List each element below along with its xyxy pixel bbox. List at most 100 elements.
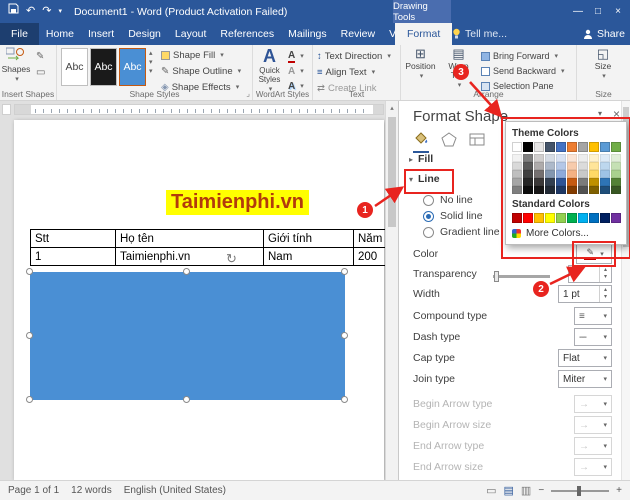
cap-type-dropdown[interactable]: Flat ▾ xyxy=(558,349,612,367)
begin-arrow-type-dropdown[interactable]: → ▾ xyxy=(574,395,612,413)
color-swatch[interactable] xyxy=(556,170,566,178)
tab-home[interactable]: Home xyxy=(39,23,81,45)
maximize-button[interactable]: □ xyxy=(588,0,608,23)
color-swatch[interactable] xyxy=(611,213,621,223)
color-swatch[interactable] xyxy=(523,142,533,152)
gallery-more-icon[interactable]: ▾ xyxy=(149,67,153,75)
table-header-cell[interactable]: Stt xyxy=(30,229,116,248)
dash-type-dropdown[interactable]: --- ▾ xyxy=(574,328,612,346)
end-arrow-size-dropdown[interactable]: → ▾ xyxy=(574,458,612,476)
effects-tab[interactable] xyxy=(441,132,457,153)
color-swatch[interactable] xyxy=(534,213,544,223)
bring-forward-button[interactable]: Bring Forward ▾ xyxy=(481,49,558,63)
transparency-spinner[interactable]: ▴ ▾ xyxy=(568,265,612,283)
color-swatch[interactable] xyxy=(567,213,577,223)
color-swatch[interactable] xyxy=(523,170,533,178)
tab-insert[interactable]: Insert xyxy=(81,23,121,45)
share-button[interactable]: Share xyxy=(583,23,625,45)
undo-icon[interactable]: ↶ xyxy=(26,0,35,23)
shape-handle-top[interactable] xyxy=(183,268,190,275)
color-swatch[interactable] xyxy=(611,142,621,152)
shape-style-preview-1[interactable]: Abc xyxy=(61,48,88,86)
tab-file[interactable]: File xyxy=(0,23,39,45)
zoom-slider[interactable] xyxy=(551,485,610,496)
text-outline-button[interactable]: A ▾ xyxy=(288,64,304,78)
tab-layout[interactable]: Layout xyxy=(168,23,214,45)
color-swatch[interactable] xyxy=(611,178,621,186)
color-swatch[interactable] xyxy=(589,154,599,162)
color-swatch[interactable] xyxy=(600,213,610,223)
color-swatch[interactable] xyxy=(589,162,599,170)
color-swatch[interactable] xyxy=(589,142,599,152)
pane-options-icon[interactable]: ▾ xyxy=(598,109,602,118)
color-swatch[interactable] xyxy=(512,170,522,178)
color-swatch[interactable] xyxy=(578,162,588,170)
solid-line-option[interactable]: Solid line xyxy=(423,210,483,222)
scrollbar-thumb[interactable] xyxy=(388,117,396,227)
color-swatch[interactable] xyxy=(534,162,544,170)
tab-format[interactable]: Format xyxy=(395,23,453,45)
color-swatch[interactable] xyxy=(578,170,588,178)
close-button[interactable]: × xyxy=(608,0,628,23)
begin-arrow-size-dropdown[interactable]: → ▾ xyxy=(574,416,612,434)
compound-type-dropdown[interactable]: ≡ ▾ xyxy=(574,307,612,325)
color-swatch[interactable] xyxy=(600,162,610,170)
color-swatch[interactable] xyxy=(523,186,533,194)
color-swatch[interactable] xyxy=(600,170,610,178)
document-scrollbar[interactable]: ▴ xyxy=(385,101,398,480)
gradient-line-option[interactable]: Gradient line xyxy=(423,226,500,238)
table-cell[interactable]: Nam xyxy=(263,247,354,266)
doc-heading[interactable]: Taimienphi.vn xyxy=(166,190,309,215)
no-line-option[interactable]: No line xyxy=(423,194,473,206)
color-swatch[interactable] xyxy=(589,213,599,223)
color-swatch[interactable] xyxy=(545,170,555,178)
color-swatch[interactable] xyxy=(611,162,621,170)
shape-handle-bottom-right[interactable] xyxy=(341,396,348,403)
shape-handle-bottom-left[interactable] xyxy=(26,396,33,403)
qat-customize-icon[interactable]: ▾ xyxy=(58,0,62,23)
shape-handle-left[interactable] xyxy=(26,332,33,339)
shape-style-preview-3-selected[interactable]: Abc xyxy=(119,48,146,86)
table-header-cell[interactable]: Giới tính xyxy=(263,229,354,248)
color-swatch[interactable] xyxy=(556,154,566,162)
color-swatch[interactable] xyxy=(567,170,577,178)
language-indicator[interactable]: English (United States) xyxy=(124,485,226,496)
color-swatch[interactable] xyxy=(611,186,621,194)
size-button[interactable]: ◱ Size ▾ xyxy=(589,47,617,81)
table-cell[interactable]: 1 xyxy=(30,247,116,266)
color-swatch[interactable] xyxy=(611,154,621,162)
shape-handle-right[interactable] xyxy=(341,332,348,339)
color-swatch[interactable] xyxy=(545,178,555,186)
quick-styles-button[interactable]: A Quick Styles ▾ xyxy=(255,47,284,94)
width-spinner[interactable]: 1 pt ▴ ▾ xyxy=(558,285,612,303)
color-swatch[interactable] xyxy=(578,142,588,152)
scroll-up-icon[interactable]: ▴ xyxy=(386,101,398,112)
color-swatch[interactable] xyxy=(556,178,566,186)
document-page[interactable]: Taimienphi.vn Stt Họ tên Giới tính Năm 1… xyxy=(14,120,389,480)
color-swatch[interactable] xyxy=(523,162,533,170)
read-mode-icon[interactable]: ▭ xyxy=(486,484,496,497)
shape-rotate-handle[interactable]: ↻ xyxy=(226,251,237,267)
color-swatch[interactable] xyxy=(567,162,577,170)
tab-mailings[interactable]: Mailings xyxy=(281,23,334,45)
shape-handle-top-right[interactable] xyxy=(341,268,348,275)
zoom-slider-thumb[interactable] xyxy=(577,485,582,496)
page-indicator[interactable]: Page 1 of 1 xyxy=(8,485,59,496)
web-layout-icon[interactable]: ▥ xyxy=(521,484,531,497)
color-swatch[interactable] xyxy=(512,186,522,194)
gallery-up-icon[interactable]: ▴ xyxy=(149,49,153,57)
color-swatch[interactable] xyxy=(545,142,555,152)
print-layout-icon[interactable]: ▤ xyxy=(504,484,514,497)
color-swatch[interactable] xyxy=(589,178,599,186)
shapes-button[interactable]: Shapes ▾ xyxy=(2,47,30,84)
color-swatch[interactable] xyxy=(567,178,577,186)
spinner-arrows-icon[interactable]: ▴ ▾ xyxy=(599,266,611,282)
text-fill-button[interactable]: A ▾ xyxy=(288,49,304,63)
horizontal-ruler[interactable] xyxy=(14,104,384,115)
color-swatch[interactable] xyxy=(545,186,555,194)
color-swatch[interactable] xyxy=(556,213,566,223)
save-icon[interactable] xyxy=(8,0,19,23)
color-swatch[interactable] xyxy=(589,170,599,178)
text-direction-button[interactable]: ↕ Text Direction ▾ xyxy=(317,49,391,63)
drawn-shape[interactable] xyxy=(30,272,345,400)
